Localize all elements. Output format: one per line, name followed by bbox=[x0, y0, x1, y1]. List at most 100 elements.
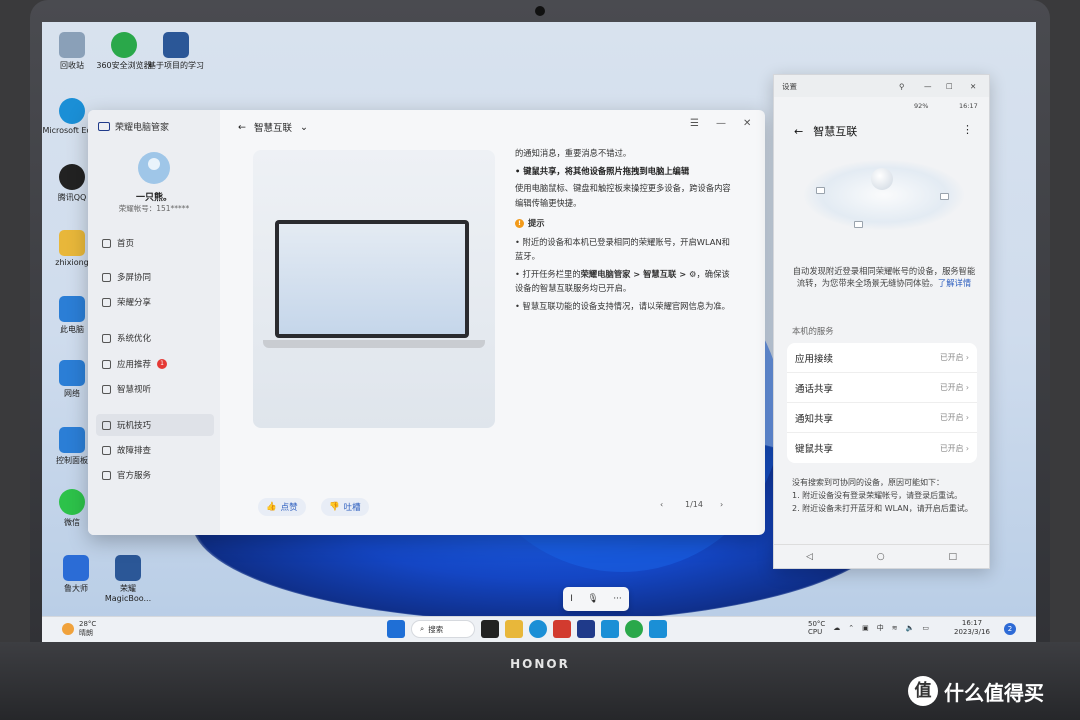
tip-heading: ! 提示 bbox=[515, 216, 737, 231]
close-icon[interactable]: ✕ bbox=[970, 82, 976, 91]
apps-icon bbox=[102, 359, 111, 369]
minimize-icon[interactable]: — bbox=[716, 118, 726, 129]
recycle-bin-icon bbox=[59, 32, 85, 58]
desktop-icon-word-doc[interactable]: 基于项目的学习 bbox=[146, 32, 206, 71]
menu-icon[interactable]: ☰ bbox=[690, 118, 699, 129]
control-panel-icon bbox=[59, 427, 85, 453]
nav-home-icon[interactable]: ○ bbox=[877, 552, 885, 562]
brand-logo: HONOR bbox=[510, 657, 570, 671]
nav-item-apps[interactable]: 应用推荐 1 bbox=[96, 353, 214, 375]
multi-screen-icon[interactable] bbox=[649, 620, 667, 638]
next-page-icon[interactable]: › bbox=[720, 500, 723, 509]
troubleshoot-note: 没有搜索到可协同的设备，原因可能如下： 1. 附近设备没有登录荣耀帐号，请登录后… bbox=[792, 478, 973, 513]
wifi-icon[interactable]: ≋ bbox=[892, 624, 898, 632]
close-icon[interactable]: ✕ bbox=[743, 118, 751, 129]
section-title: 本机的服务 bbox=[792, 326, 834, 336]
feature-description: 自动发现附近登录相同荣耀帐号的设备，服务智能流转，为您带来全场景无缝协同体验。了… bbox=[792, 266, 976, 289]
more-options-icon[interactable]: ⋮ bbox=[962, 123, 973, 136]
pin-icon[interactable]: ⚲ bbox=[899, 82, 905, 91]
nav-item-tips[interactable]: 玩机技巧 bbox=[96, 414, 214, 436]
language-icon[interactable]: 中 bbox=[877, 623, 884, 633]
desktop-icon-browser[interactable]: 360安全浏览器 bbox=[94, 32, 154, 71]
back-arrow-icon[interactable]: ← bbox=[794, 125, 803, 138]
user-name: 一只熊。 bbox=[135, 193, 172, 203]
article-body: 的通知消息，重要消息不错过。 • 键鼠共享，将其他设备照片拖拽到电脑上编辑 使用… bbox=[515, 146, 737, 446]
nav-recents-icon[interactable]: □ bbox=[949, 552, 958, 562]
volume-icon[interactable]: 🔈 bbox=[906, 624, 915, 632]
nav-item-home[interactable]: 首页 bbox=[96, 232, 214, 254]
wechat-icon bbox=[59, 489, 85, 515]
nav-back-icon[interactable]: ◁ bbox=[806, 552, 813, 562]
mail-icon[interactable] bbox=[601, 620, 619, 638]
learn-more-link[interactable]: 了解详情 bbox=[938, 278, 971, 288]
edge-icon[interactable] bbox=[529, 620, 547, 638]
thumbs-up-icon: 👍 bbox=[266, 502, 277, 512]
microphone-icon[interactable]: 🎙 bbox=[587, 594, 598, 604]
cpu-temp[interactable]: 50°C CPU bbox=[808, 620, 825, 636]
tablet-device-icon bbox=[854, 221, 863, 228]
service-row-keyboard-mouse-sharing[interactable]: 键鼠共享 已开启 › bbox=[787, 433, 977, 463]
battery-icon[interactable]: ▭ bbox=[922, 624, 929, 632]
browser-icon[interactable] bbox=[625, 620, 643, 638]
chevron-up-icon[interactable]: ⌃ bbox=[848, 624, 854, 632]
optimize-icon bbox=[102, 333, 111, 343]
info-icon: ! bbox=[515, 218, 524, 228]
desktop-icon-magicbook-doc[interactable]: 荣耀 MagicBoo... bbox=[98, 555, 158, 603]
service-row-call-sharing[interactable]: 通话共享 已开启 › bbox=[787, 373, 977, 403]
avatar[interactable] bbox=[138, 152, 170, 184]
dislike-button[interactable]: 👎 吐槽 bbox=[321, 498, 369, 516]
prev-page-icon[interactable]: ‹ bbox=[660, 500, 663, 509]
chevron-down-icon[interactable]: ⌄ bbox=[300, 122, 308, 133]
app-sidebar: 荣耀电脑管家 一只熊。 荣耀帐号：151***** 首页 多屏协同 荣耀分享 系… bbox=[88, 110, 220, 535]
desktop-icon-recycle-bin[interactable]: 回收站 bbox=[42, 32, 102, 71]
maximize-icon[interactable]: ☐ bbox=[946, 82, 953, 91]
nav-item-audio-visual[interactable]: 智慧视听 bbox=[96, 378, 214, 400]
taskbar-search[interactable]: ⌕ 搜索 bbox=[411, 620, 475, 638]
search-icon: ⌕ bbox=[420, 624, 425, 633]
nav-item-share[interactable]: 荣耀分享 bbox=[96, 291, 214, 313]
windows-start-icon[interactable] bbox=[387, 620, 405, 638]
file-explorer-icon[interactable] bbox=[505, 620, 523, 638]
folder-icon bbox=[59, 230, 85, 256]
phone-device-icon bbox=[940, 193, 949, 200]
floating-input-bar: I 🎙 ··· bbox=[563, 587, 629, 611]
user-id: 荣耀帐号：151***** bbox=[118, 204, 190, 213]
word-doc-icon bbox=[163, 32, 189, 58]
weather-widget[interactable]: 28°C 晴朗 bbox=[62, 620, 96, 638]
nav-item-optimize[interactable]: 系统优化 bbox=[96, 327, 214, 349]
service-list: 应用接续 已开启 › 通话共享 已开启 › 通知共享 已开启 › 键鼠共享 已开启 › bbox=[787, 343, 977, 463]
pc-manager-icon[interactable] bbox=[577, 620, 595, 638]
thumbs-down-icon: 👎 bbox=[329, 502, 340, 512]
qq-icon bbox=[59, 164, 85, 190]
app-tray-icon[interactable]: ▣ bbox=[862, 624, 869, 632]
service-row-app-continuity[interactable]: 应用接续 已开启 › bbox=[787, 343, 977, 373]
text-cursor-icon[interactable]: I bbox=[570, 594, 573, 604]
network-icon bbox=[59, 360, 85, 386]
cloud-icon[interactable]: ☁ bbox=[833, 624, 840, 632]
nav-item-service[interactable]: 官方服务 bbox=[96, 464, 214, 486]
like-button[interactable]: 👍 点赞 bbox=[258, 498, 306, 516]
settings-titlebar: 设置 ⚲ — ☐ ✕ bbox=[774, 75, 989, 97]
service-icon bbox=[102, 470, 111, 480]
tip-item: • 附近的设备和本机已登录相同的荣耀账号，开启WLAN和蓝牙。 bbox=[515, 236, 730, 262]
nav-item-troubleshoot[interactable]: 故障排查 bbox=[96, 439, 214, 461]
desktop-icon-ludashi[interactable]: 鲁大师 bbox=[46, 555, 106, 594]
watermark: 值 什么值得买 bbox=[908, 676, 1044, 706]
battery-level: 92% bbox=[914, 102, 929, 110]
tip-item: • 智慧互联功能的设备支持情况，请以荣耀官网信息为准。 bbox=[515, 300, 730, 311]
service-row-notification-sharing[interactable]: 通知共享 已开启 › bbox=[787, 403, 977, 433]
phone-time: 16:17 bbox=[959, 102, 978, 110]
store-icon[interactable] bbox=[553, 620, 571, 638]
settings-window: 设置 ⚲ — ☐ ✕ 92% 16:17 ← 智慧互联 ⋮ 自动发现附近登录相同荣… bbox=[773, 74, 990, 569]
nav-item-multi-screen[interactable]: 多屏协同 bbox=[96, 266, 214, 288]
honor-logo-icon bbox=[98, 122, 110, 131]
desktop-screen: 回收站 360安全浏览器 基于项目的学习 Microsoft Edge 腾讯QQ… bbox=[42, 22, 1036, 642]
notification-badge[interactable]: 2 bbox=[1004, 623, 1016, 635]
task-view-icon[interactable] bbox=[481, 620, 499, 638]
tip-item: • 打开任务栏里的荣耀电脑管家 > 智慧互联 > ⚙，确保该设备的智慧互联服务均… bbox=[515, 268, 730, 294]
share-icon bbox=[102, 297, 111, 307]
taskbar-clock[interactable]: 16:17 2023/3/16 bbox=[954, 619, 990, 638]
more-icon[interactable]: ··· bbox=[613, 594, 622, 604]
minimize-icon[interactable]: — bbox=[924, 82, 932, 91]
back-arrow-icon[interactable]: ← bbox=[238, 122, 246, 133]
